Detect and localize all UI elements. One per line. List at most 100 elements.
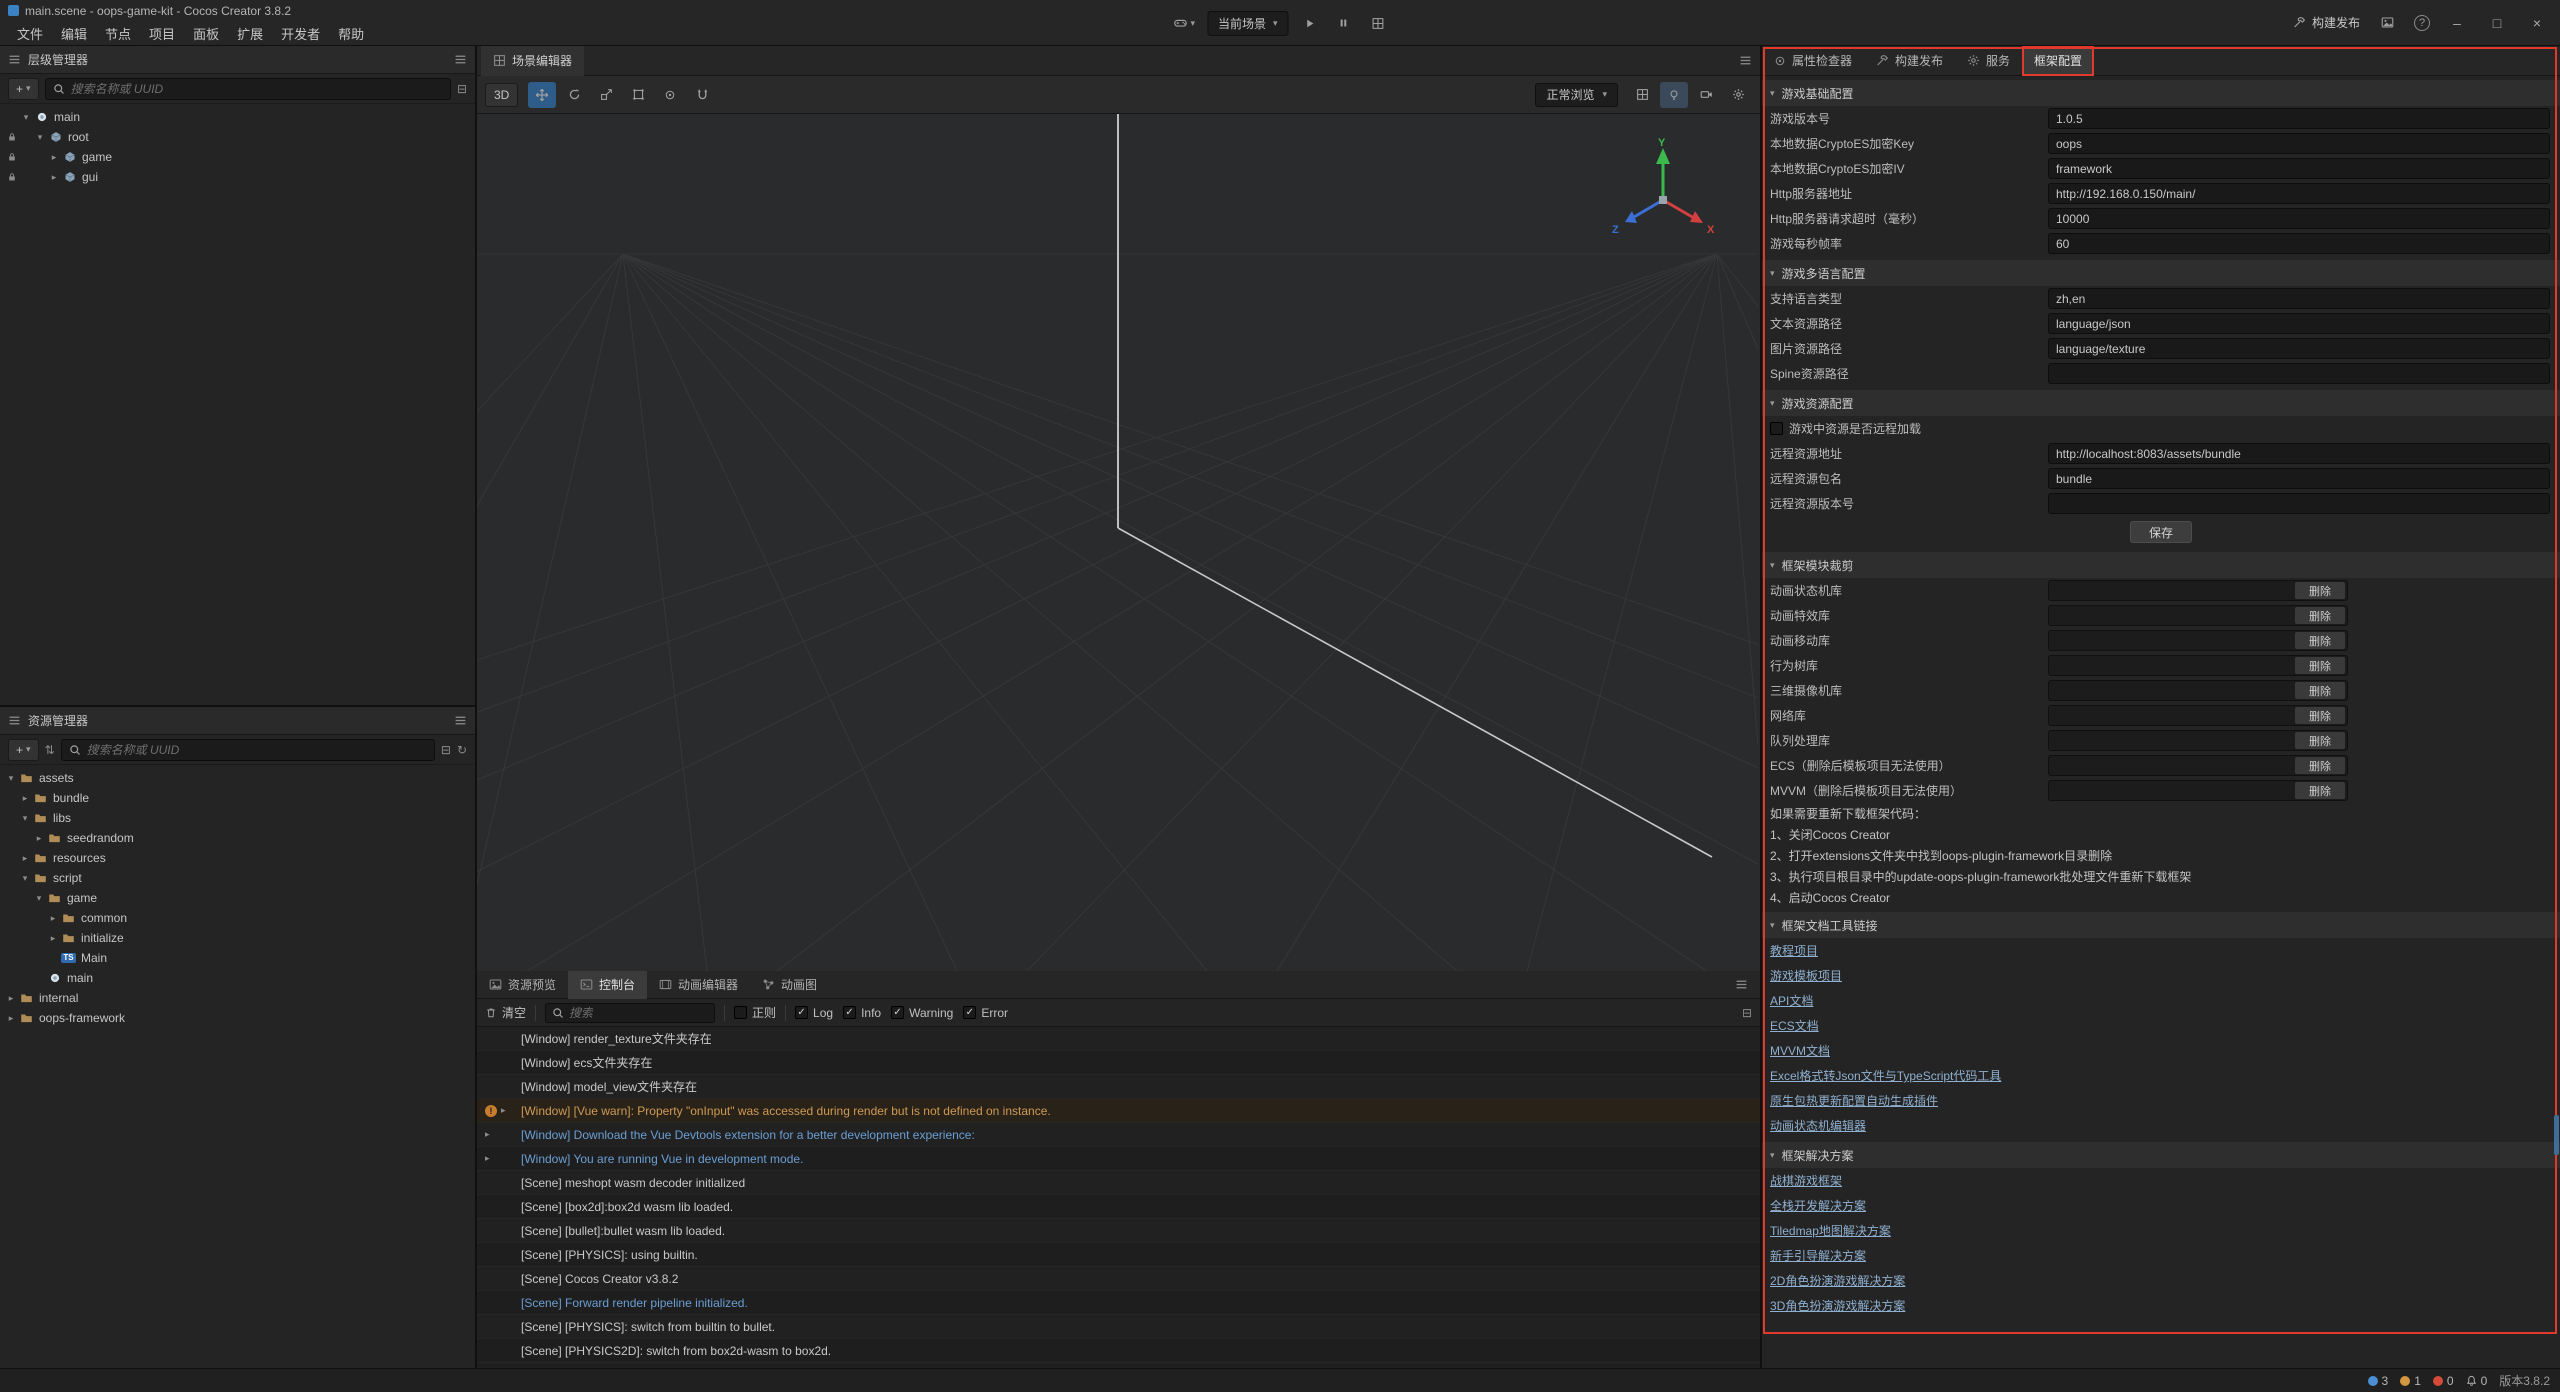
tree-row[interactable]: ▸game <box>0 147 475 167</box>
play-button[interactable] <box>1297 10 1323 36</box>
tree-row[interactable]: main <box>0 968 475 988</box>
assets-sort-icon[interactable]: ⇅ <box>45 743 55 757</box>
doc-link[interactable]: 3D角色扮演游戏解决方案 <box>1770 1297 1905 1314</box>
section-header[interactable]: ▾游戏多语言配置 <box>1762 260 2560 286</box>
field-input[interactable]: 1.0.5 <box>2048 108 2550 129</box>
doc-link[interactable]: API文档 <box>1770 992 1813 1009</box>
collapse-arrow-icon[interactable]: ▾ <box>4 773 18 784</box>
expand-arrow-icon[interactable]: ▸ <box>18 853 32 864</box>
field-input[interactable]: http://192.168.0.150/main/ <box>2048 183 2550 204</box>
rect-tool-button[interactable] <box>624 82 652 108</box>
hierarchy-filter-icon[interactable]: ⊟ <box>457 82 467 96</box>
delete-button[interactable]: 删除 <box>2295 732 2345 749</box>
log-row[interactable]: [Scene] Cocos Creator v3.8.2 <box>477 1267 1760 1291</box>
console-filter-log[interactable]: Log <box>795 1006 833 1020</box>
expand-arrow-icon[interactable]: ▸ <box>485 1129 490 1140</box>
inspector-tab[interactable]: 属性检查器 <box>1762 46 1864 76</box>
console-regex-checkbox[interactable]: 正则 <box>734 1004 776 1021</box>
console-filter-warning[interactable]: Warning <box>891 1006 953 1020</box>
axis-gizmo[interactable]: Y X Z <box>1608 138 1718 248</box>
delete-button[interactable]: 删除 <box>2295 757 2345 774</box>
delete-button[interactable]: 删除 <box>2295 707 2345 724</box>
section-header[interactable]: ▾游戏资源配置 <box>1762 390 2560 416</box>
console-search-input[interactable]: 搜索 <box>545 1003 715 1023</box>
preview-platform-button[interactable]: ▾ <box>1169 10 1199 36</box>
field-input[interactable]: bundle <box>2048 468 2550 489</box>
tree-row[interactable]: TSMain <box>0 948 475 968</box>
hierarchy-add-button[interactable]: +▾ <box>8 78 39 100</box>
tree-row[interactable]: ▸internal <box>0 988 475 1008</box>
tree-row[interactable]: ▾script <box>0 868 475 888</box>
field-input[interactable]: zh,en <box>2048 288 2550 309</box>
doc-link[interactable]: ECS文档 <box>1770 1017 1819 1034</box>
pause-button[interactable] <box>1331 10 1357 36</box>
doc-link[interactable]: 2D角色扮演游戏解决方案 <box>1770 1272 1905 1289</box>
hierarchy-search-input[interactable]: 搜索名称或 UUID <box>45 78 451 100</box>
log-row[interactable]: [Window] ecs文件夹存在 <box>477 1051 1760 1075</box>
log-row[interactable]: [Window] render_texture文件夹存在 <box>477 1027 1760 1051</box>
menu-item[interactable]: 编辑 <box>52 24 96 43</box>
move-tool-button[interactable] <box>528 82 556 108</box>
tree-row[interactable]: ▾game <box>0 888 475 908</box>
collapse-arrow-icon[interactable]: ▾ <box>19 112 33 123</box>
tree-row[interactable]: ▸seedrandom <box>0 828 475 848</box>
delete-button[interactable]: 删除 <box>2295 782 2345 799</box>
log-row[interactable]: [Scene] [PHYSICS]: using builtin. <box>477 1243 1760 1267</box>
delete-button[interactable]: 删除 <box>2295 657 2345 674</box>
doc-link[interactable]: 游戏模板项目 <box>1770 967 1842 984</box>
doc-link[interactable]: MVVM文档 <box>1770 1042 1830 1059</box>
assets-collapse-icon[interactable]: ⊟ <box>441 743 451 757</box>
expand-arrow-icon[interactable]: ▸ <box>46 933 60 944</box>
scene-settings-button[interactable] <box>1724 82 1752 108</box>
expand-arrow-icon[interactable]: ▸ <box>4 993 18 1004</box>
doc-link[interactable]: 原生包热更新配置自动生成插件 <box>1770 1092 1938 1109</box>
hierarchy-options-icon[interactable] <box>454 53 467 66</box>
log-row[interactable]: [Scene] meshopt wasm decoder initialized <box>477 1171 1760 1195</box>
field-input[interactable]: framework <box>2048 158 2550 179</box>
section-header[interactable]: ▾游戏基础配置 <box>1762 80 2560 106</box>
log-row[interactable]: [Scene] [PHYSICS]: switch from builtin t… <box>477 1315 1760 1339</box>
doc-link[interactable]: 教程项目 <box>1770 942 1818 959</box>
field-input[interactable] <box>2048 493 2550 514</box>
scale-tool-button[interactable] <box>592 82 620 108</box>
tree-row[interactable]: ▸initialize <box>0 928 475 948</box>
layout-button[interactable] <box>1365 10 1391 36</box>
section-header[interactable]: ▾框架模块裁剪 <box>1762 552 2560 578</box>
console-tab[interactable]: 动画编辑器 <box>647 971 750 999</box>
tree-row[interactable]: ▸bundle <box>0 788 475 808</box>
remote-load-checkbox[interactable] <box>1770 422 1783 435</box>
field-input[interactable]: http://localhost:8083/assets/bundle <box>2048 443 2550 464</box>
field-input[interactable]: oops <box>2048 133 2550 154</box>
dimension-toggle-button[interactable]: 3D <box>485 83 518 107</box>
doc-link[interactable]: Excel格式转Json文件与TypeScript代码工具 <box>1770 1067 2001 1084</box>
inspector-tab[interactable]: 构建发布 <box>1864 46 1955 76</box>
console-tab[interactable]: 控制台 <box>568 971 647 999</box>
console-collapse-icon[interactable]: ⊟ <box>1742 1006 1752 1020</box>
collapse-arrow-icon[interactable]: ▾ <box>33 132 47 143</box>
field-input[interactable]: language/texture <box>2048 338 2550 359</box>
save-button[interactable]: 保存 <box>2130 521 2192 543</box>
expand-arrow-icon[interactable]: ▸ <box>32 833 46 844</box>
inspector-tab[interactable]: 服务 <box>1955 46 2022 76</box>
log-row[interactable]: [Scene] [bullet]:bullet wasm lib loaded. <box>477 1219 1760 1243</box>
doc-link[interactable]: 战棋游戏框架 <box>1770 1172 1842 1189</box>
menu-item[interactable]: 面板 <box>184 24 228 43</box>
log-row[interactable]: [Scene] [PHYSICS2D]: switch from box2d-w… <box>477 1339 1760 1363</box>
console-filter-error[interactable]: Error <box>963 1006 1008 1020</box>
expand-arrow-icon[interactable]: ▸ <box>485 1153 490 1164</box>
message-count-badge[interactable]: 1 <box>2400 1374 2421 1388</box>
console-panel-menu-icon[interactable] <box>1735 978 1748 991</box>
collapse-arrow-icon[interactable]: ▾ <box>18 813 32 824</box>
anchor-tool-button[interactable] <box>656 82 684 108</box>
doc-link[interactable]: Tiledmap地图解决方案 <box>1770 1222 1891 1239</box>
screenshot-button[interactable] <box>2374 10 2400 36</box>
assets-options-icon[interactable] <box>454 714 467 727</box>
console-clear-button[interactable]: 清空 <box>485 1004 526 1021</box>
section-header[interactable]: ▾框架文档工具链接 <box>1762 912 2560 938</box>
log-row[interactable]: [Scene] [box2d]:box2d wasm lib loaded. <box>477 1195 1760 1219</box>
tree-row[interactable]: ▾assets <box>0 768 475 788</box>
field-input[interactable]: 10000 <box>2048 208 2550 229</box>
console-filter-info[interactable]: Info <box>843 1006 881 1020</box>
scene-panel-menu-icon[interactable] <box>1739 54 1752 67</box>
message-count-badge[interactable]: 0 <box>2433 1374 2454 1388</box>
